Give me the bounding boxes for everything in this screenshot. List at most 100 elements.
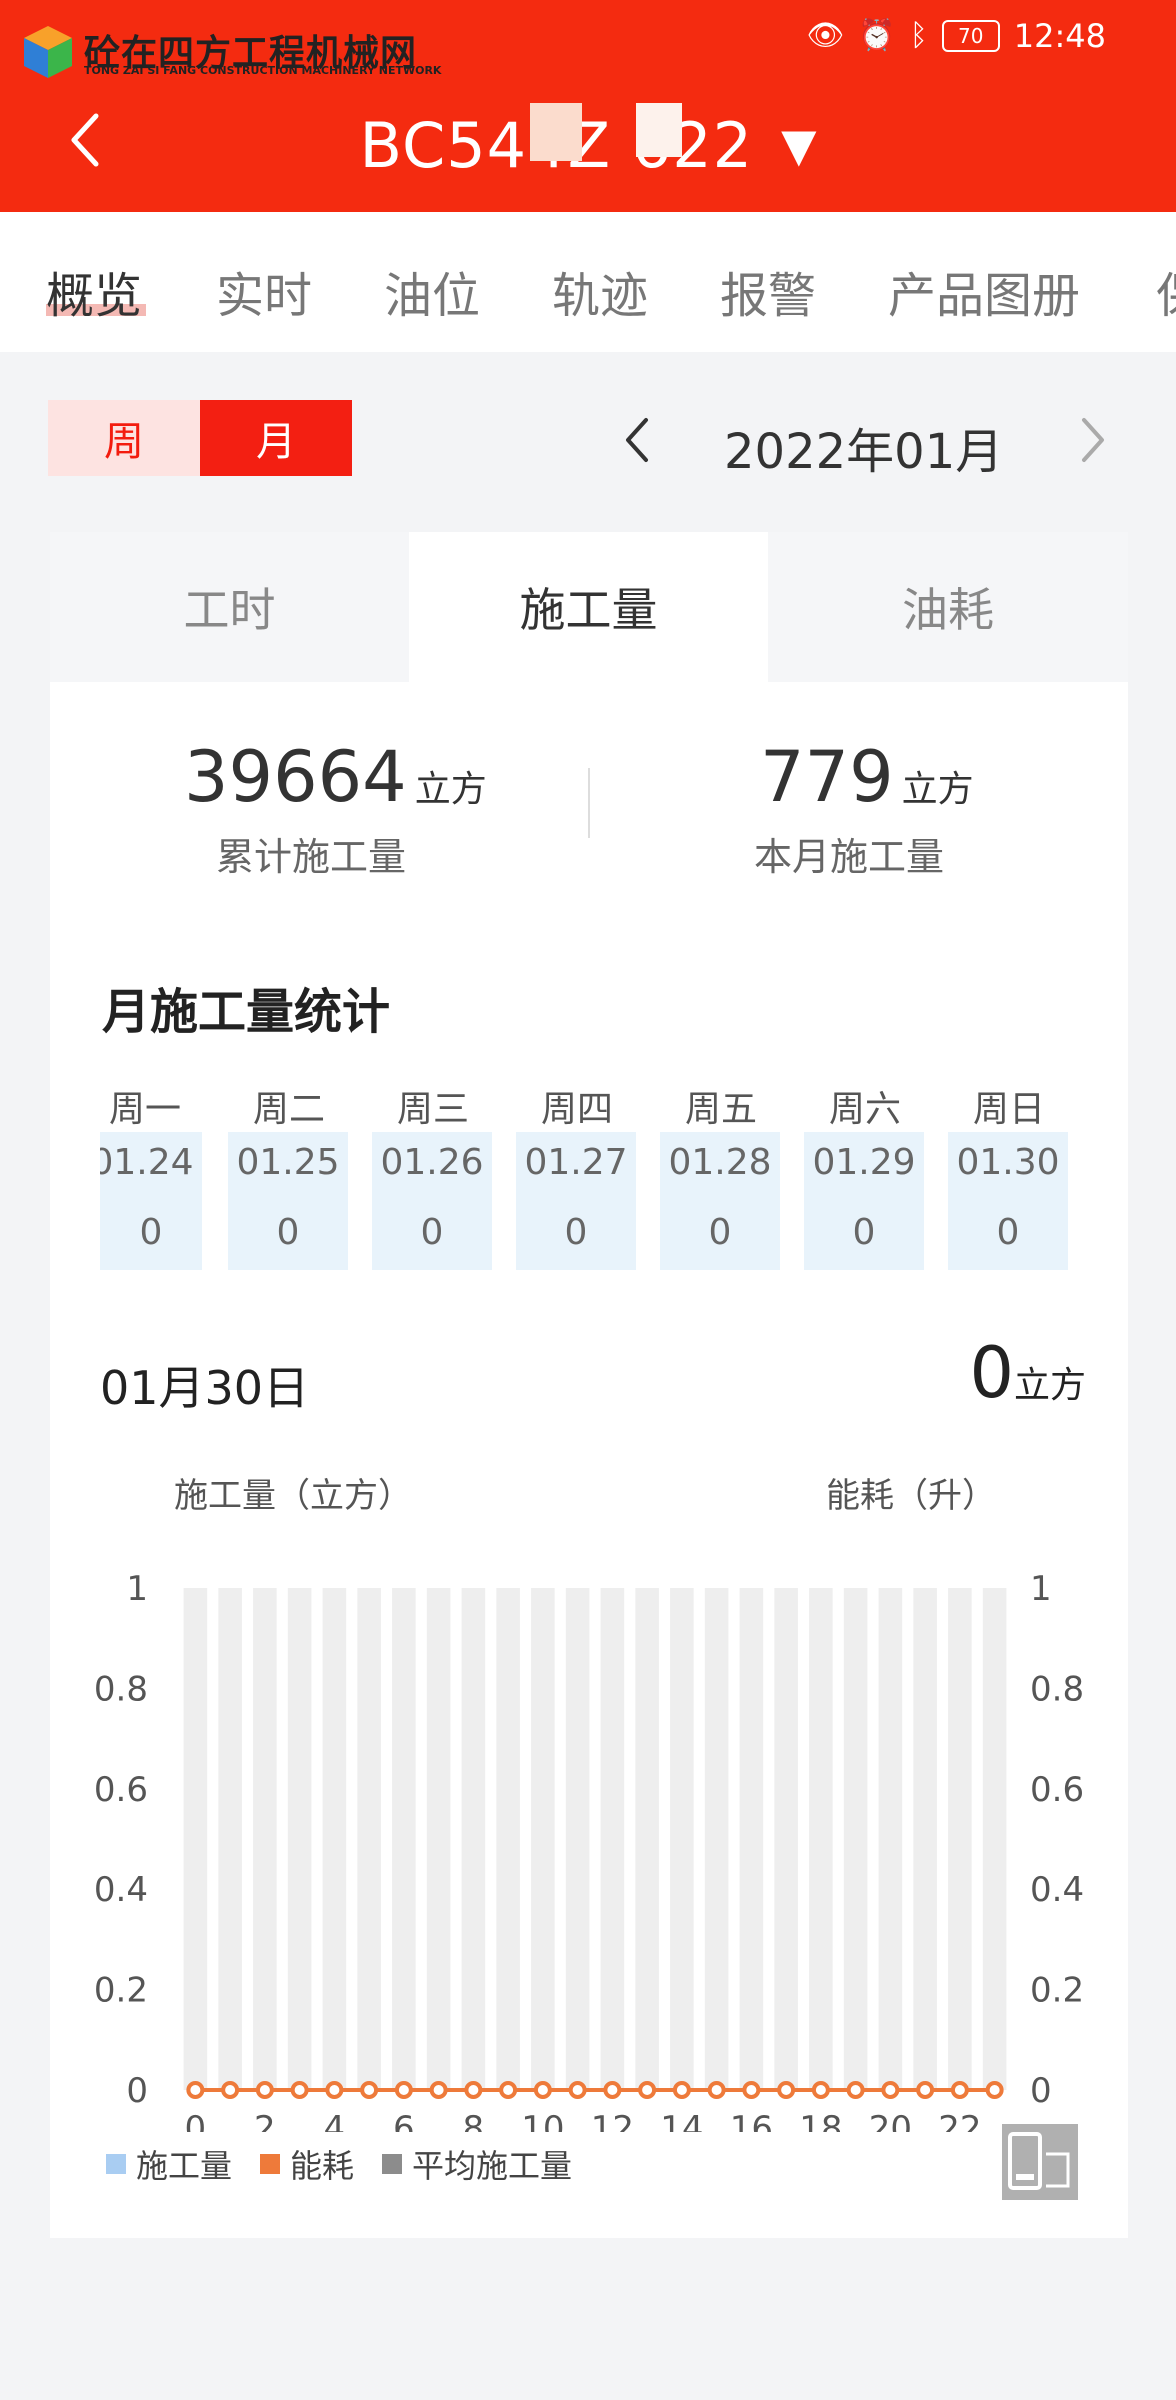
next-month-icon[interactable]	[1072, 412, 1112, 468]
period-toggle: 周 月	[48, 400, 352, 476]
x-tick-label: 20	[869, 2109, 912, 2132]
tab-product-catalog[interactable]: 产品图册	[888, 256, 1080, 326]
y2-tick-label: 0.6	[1030, 1770, 1084, 1810]
y2-axis-title: 能耗（升）	[826, 1476, 996, 1516]
chart-background-bar	[565, 1588, 590, 2090]
energy-point	[221, 2081, 240, 2099]
metric-tabs: 工时 施工量 油耗	[50, 532, 1128, 682]
energy-point	[811, 2081, 830, 2099]
weekday-label: 周六	[828, 1089, 901, 1130]
day-cell[interactable]: 01.26 0	[372, 1132, 492, 1270]
cube-logo-icon	[24, 26, 72, 78]
day-date: 01.30	[956, 1142, 1060, 1183]
section-title: 月施工量统计	[102, 984, 391, 1040]
tab-construction-volume[interactable]: 施工量	[409, 532, 768, 682]
day-cell[interactable]: 01.28 0	[660, 1132, 780, 1270]
day-cell[interactable]: 01.27 0	[516, 1132, 636, 1270]
weekday-label: 周二	[252, 1089, 325, 1130]
tab-oil-level[interactable]: 油位	[384, 256, 480, 326]
weekday-label: 周日	[972, 1089, 1045, 1130]
x-tick-label: 14	[660, 2109, 703, 2132]
y2-tick-label: 0.2	[1030, 1971, 1084, 2011]
x-tick-label: 22	[938, 2109, 981, 2132]
legend-swatch	[382, 2154, 403, 2174]
dropdown-arrow-icon[interactable]: ▼	[781, 118, 816, 172]
tab-realtime[interactable]: 实时	[216, 256, 312, 326]
chart-background-bar	[461, 1588, 486, 2090]
y-tick-label: 0	[126, 2071, 148, 2111]
y-tick-label: 1	[126, 1569, 148, 1609]
energy-point	[464, 2081, 483, 2099]
energy-point	[916, 2081, 935, 2099]
day-value: 0	[420, 1212, 444, 1253]
x-tick-label: 10	[521, 2109, 564, 2132]
day-date: 01.27	[524, 1142, 628, 1183]
chart-legend: 施工量 能耗 平均施工量	[106, 2141, 572, 2187]
day-value: 0	[276, 1212, 300, 1253]
day-value: 0	[139, 1212, 163, 1253]
energy-point	[325, 2081, 344, 2099]
day-cell[interactable]: 01.24 0	[100, 1132, 202, 1270]
tab-alarm[interactable]: 报警	[720, 256, 816, 326]
x-tick-label: 16	[730, 2109, 773, 2132]
month-volume-value: 779 立方	[760, 736, 974, 818]
month-volume-label: 本月施工量	[754, 835, 945, 879]
energy-point	[777, 2081, 796, 2099]
legend-item[interactable]: 能耗	[260, 2141, 354, 2187]
energy-point	[603, 2081, 622, 2099]
redaction-block	[530, 103, 582, 161]
tab-overview[interactable]: 概览	[46, 256, 142, 326]
legend-item[interactable]: 平均施工量	[382, 2141, 572, 2187]
month-button[interactable]: 月	[200, 400, 352, 476]
day-value: 0	[564, 1212, 588, 1253]
chart-background-bar	[774, 1588, 798, 2090]
day-date: 01.25	[236, 1142, 340, 1183]
x-tick-label: 4	[324, 2109, 346, 2132]
redaction-block	[636, 103, 682, 157]
chart-background-bar	[982, 1588, 1007, 2090]
day-value: 0	[852, 1212, 876, 1253]
chart-background-bar	[253, 1588, 277, 2090]
chart-background-bar	[183, 1588, 208, 2090]
alarm-icon: ⏰	[858, 18, 896, 53]
day-cell-selected[interactable]: 01.30 0	[948, 1132, 1068, 1270]
energy-point	[499, 2081, 518, 2099]
energy-point	[255, 2081, 274, 2099]
previous-month-icon[interactable]	[618, 412, 658, 468]
energy-point	[985, 2081, 1004, 2099]
energy-point	[568, 2081, 587, 2099]
tab-fuel-consumption[interactable]: 油耗	[768, 532, 1128, 682]
weekday-label: 周一	[108, 1089, 181, 1130]
energy-point	[672, 2081, 691, 2099]
weekday-label: 周五	[684, 1089, 757, 1130]
status-bar: 👁 ⏰ ᛒ 70 12:48	[806, 14, 1106, 58]
energy-point	[638, 2081, 657, 2099]
legend-item[interactable]: 施工量	[106, 2141, 232, 2187]
rotate-screen-icon[interactable]	[1002, 2124, 1078, 2200]
total-volume-label: 累计施工量	[216, 835, 407, 879]
current-month: 2022年01月	[724, 424, 1004, 480]
week-button[interactable]: 周	[48, 400, 200, 476]
tab-track[interactable]: 轨迹	[552, 256, 648, 326]
tab-more[interactable]: 保	[1156, 256, 1176, 326]
energy-point	[360, 2081, 379, 2099]
y2-tick-label: 0.4	[1030, 1870, 1084, 1910]
chart-background-bar	[496, 1588, 520, 2090]
selected-value: 0立方	[969, 1332, 1086, 1414]
device-selector[interactable]: BC544Z 622 ▼	[0, 100, 1176, 190]
day-cell[interactable]: 01.25 0	[228, 1132, 348, 1270]
battery-icon: 70	[941, 20, 1000, 52]
tab-work-hours[interactable]: 工时	[50, 532, 409, 682]
chart-background-bar	[878, 1588, 903, 2090]
y-tick-label: 0.2	[94, 1971, 148, 2011]
watermark-logo: 砼在四方工程机械网 TONG ZAI SI FANG CONSTRUCTION …	[20, 20, 441, 82]
day-cell[interactable]: 01.29 0	[804, 1132, 924, 1270]
stats-divider	[588, 768, 590, 838]
bluetooth-icon: ᛒ	[909, 18, 928, 53]
x-tick-label: 8	[463, 2109, 485, 2132]
eye-icon: 👁	[806, 18, 845, 53]
main-tabs: 概览 实时 油位 轨迹 报警 产品图册 保	[0, 212, 1176, 352]
chart-background-bar	[948, 1588, 972, 2090]
weekday-label: 周三	[396, 1089, 469, 1130]
energy-point	[950, 2081, 969, 2099]
